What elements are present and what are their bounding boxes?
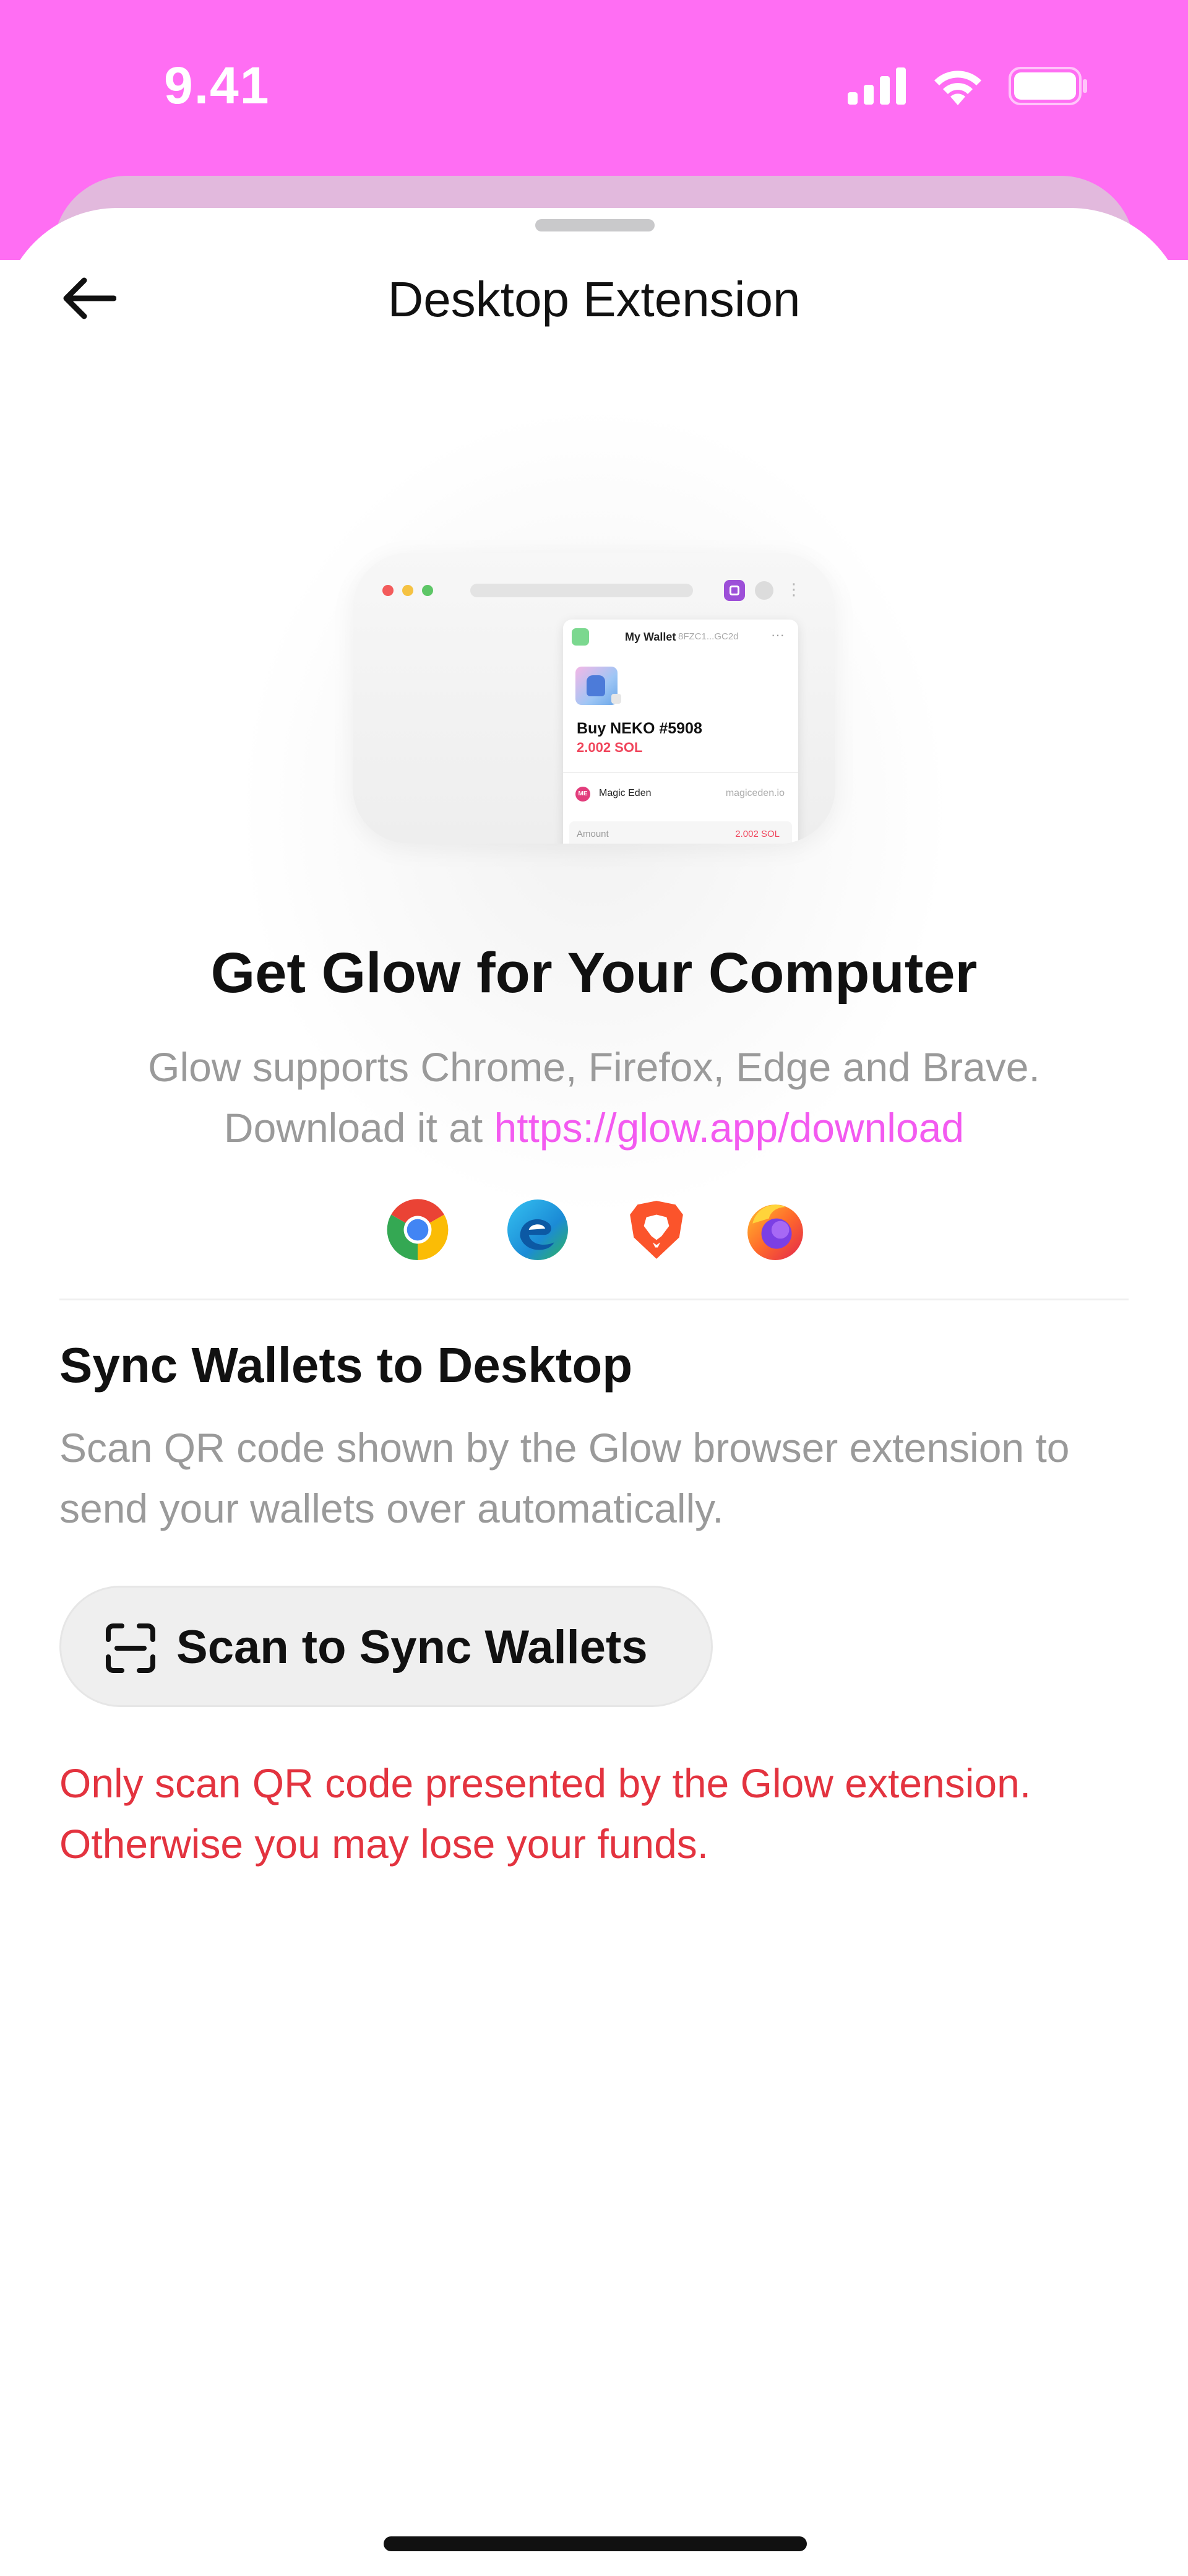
nft-price: 2.002 SOL <box>577 740 643 755</box>
browser-profile-avatar <box>755 581 773 600</box>
browser-more-icon: ⋮ <box>786 580 802 599</box>
more-icon: ··· <box>771 627 785 642</box>
qr-scan-icon <box>106 1623 155 1673</box>
glow-extension-icon <box>724 580 745 601</box>
home-indicator[interactable] <box>384 2536 807 2551</box>
wallet-avatar-icon <box>572 628 589 646</box>
wallet-popup-card: My Wallet 8FZC1...GC2d ··· Buy NEKO #590… <box>563 620 798 844</box>
card-divider <box>563 772 798 773</box>
sheet-grabber[interactable] <box>535 219 655 231</box>
hero-desc-line1: Glow supports Chrome, Firefox, Edge and … <box>148 1044 1040 1090</box>
brave-icon <box>630 1201 683 1259</box>
hero-description: Glow supports Chrome, Firefox, Edge and … <box>0 1037 1188 1158</box>
browser-url-bar <box>470 584 693 597</box>
browser-illustration: ⋮ My Wallet 8FZC1...GC2d ··· Buy NEKO #5… <box>353 553 835 844</box>
marketplace-name: Magic Eden <box>599 788 652 798</box>
hero-desc-line2: Download it at https://glow.app/download <box>0 1097 1188 1158</box>
wifi-icon <box>934 71 981 105</box>
status-time: 9.41 <box>164 56 270 115</box>
download-link[interactable]: https://glow.app/download <box>494 1105 965 1151</box>
wallet-title: My Wallet <box>625 631 676 643</box>
marketplace-site: magiceden.io <box>725 788 785 798</box>
wallet-address: 8FZC1...GC2d <box>678 631 739 642</box>
section-divider <box>59 1299 1129 1300</box>
magic-eden-icon: ME <box>575 787 590 802</box>
signal-icon <box>848 67 906 105</box>
amount-value: 2.002 SOL <box>735 829 780 839</box>
sync-section-description: Scan QR code shown by the Glow browser e… <box>59 1425 1070 1531</box>
supported-browsers <box>386 1198 807 1266</box>
browser-minimize-dot <box>402 585 413 596</box>
browser-close-dot <box>382 585 394 596</box>
hero-title: Get Glow for Your Computer <box>210 941 978 1005</box>
edge-icon <box>507 1199 568 1260</box>
scan-to-sync-button[interactable]: Scan to Sync Wallets <box>59 1586 713 1707</box>
scan-button-label: Scan to Sync Wallets <box>176 1621 648 1674</box>
battery-icon <box>1009 67 1087 105</box>
security-warning: Only scan QR code presented by the Glow … <box>59 1760 1031 1867</box>
browser-maximize-dot <box>422 585 433 596</box>
nft-badge-icon <box>611 694 621 704</box>
page: 9.41 Desktop Extension ⋮ My Wallet 8FZC1… <box>0 0 1188 2576</box>
amount-label: Amount <box>577 829 609 839</box>
hero-desc-prefix: Download it at <box>223 1105 483 1151</box>
sync-section-title: Sync Wallets to Desktop <box>59 1338 633 1393</box>
firefox-icon <box>747 1204 803 1260</box>
nft-name: Buy NEKO #5908 <box>577 720 702 737</box>
status-icons <box>848 67 1089 105</box>
page-title: Desktop Extension <box>387 272 801 327</box>
chrome-icon <box>387 1199 449 1260</box>
